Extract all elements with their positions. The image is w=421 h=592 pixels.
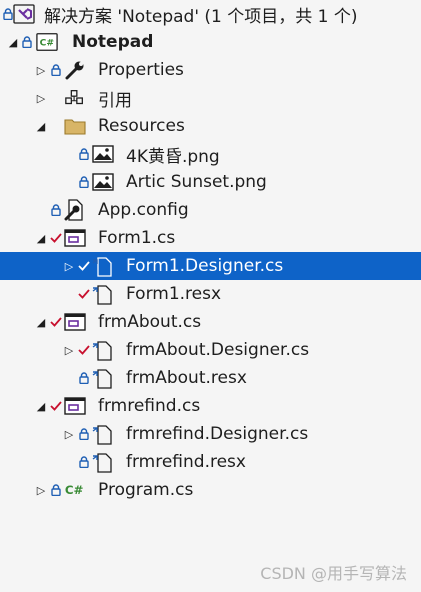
tree-row[interactable]: Artic Sunset.png — [0, 168, 421, 196]
tree-item-label: 解决方案 'Notepad' (1 个项目，共 1 个) — [44, 6, 358, 27]
tree-item-label: Form1.cs — [98, 228, 176, 248]
tree-item-label: Program.cs — [98, 480, 194, 500]
lock-icon — [49, 56, 63, 84]
checkmark-icon — [49, 308, 63, 336]
config-file-icon — [64, 196, 86, 224]
collapse-arrow-icon[interactable]: ◢ — [34, 112, 48, 140]
image-file-icon — [92, 168, 114, 196]
tree-item-label: frmAbout.Designer.cs — [126, 340, 310, 360]
expand-arrow-icon[interactable]: ▷ — [34, 56, 48, 84]
expand-arrow-icon[interactable]: ▷ — [34, 84, 48, 112]
lock-icon — [49, 476, 63, 504]
code-file-icon — [92, 252, 114, 280]
image-file-icon — [92, 140, 114, 168]
svg-text:C#: C# — [40, 38, 55, 49]
tree-row[interactable]: App.config — [0, 196, 421, 224]
tree-row[interactable]: ▷ C# Program.cs — [0, 476, 421, 504]
collapse-arrow-icon[interactable]: ◢ — [34, 308, 48, 336]
svg-text:C#: C# — [65, 483, 84, 497]
tree-item-label: 4K黄昏.png — [126, 146, 220, 167]
tree-item-label: Form1.Designer.cs — [126, 256, 284, 276]
tree-item-label: frmrefind.resx — [126, 452, 246, 472]
tree-row[interactable]: frmrefind.resx — [0, 448, 421, 476]
watermark: CSDN @用手写算法 — [260, 564, 407, 583]
tree-item-label: Resources — [98, 116, 185, 136]
checkmark-icon — [77, 280, 91, 308]
expand-arrow-icon[interactable]: ▷ — [62, 420, 76, 448]
tree-row[interactable]: ▷ Properties — [0, 56, 421, 84]
tree-row[interactable]: ▷ frmrefind.Designer.cs — [0, 420, 421, 448]
lock-icon — [20, 28, 34, 56]
form-icon — [64, 224, 86, 252]
tree-item-label: Form1.resx — [126, 284, 222, 304]
tree-row[interactable]: 解决方案 'Notepad' (1 个项目，共 1 个) — [0, 0, 421, 28]
tree-row[interactable]: ▷ frmAbout.Designer.cs — [0, 336, 421, 364]
references-icon — [64, 84, 86, 112]
form-icon — [64, 392, 86, 420]
expand-arrow-icon[interactable]: ▷ — [34, 476, 48, 504]
tree-item-label: frmAbout.cs — [98, 312, 202, 332]
tree-item-label: frmAbout.resx — [126, 368, 247, 388]
code-file-icon — [92, 364, 114, 392]
collapse-arrow-icon[interactable]: ◢ — [34, 392, 48, 420]
lock-icon — [77, 448, 91, 476]
checkmark-icon — [77, 336, 91, 364]
tree-row[interactable]: 4K黄昏.png — [0, 140, 421, 168]
checkmark-icon — [49, 392, 63, 420]
tree-row[interactable]: ◢ C# Notepad — [0, 28, 421, 56]
tree-item-label: frmrefind.Designer.cs — [126, 424, 309, 444]
code-file-icon — [92, 280, 114, 308]
tree-item-label: Artic Sunset.png — [126, 172, 267, 192]
tree-row[interactable]: ◢ Form1.cs — [0, 224, 421, 252]
lock-icon — [49, 196, 63, 224]
tree-row[interactable]: ◢ frmrefind.cs — [0, 392, 421, 420]
tree-item-label: App.config — [98, 200, 189, 220]
tree-row[interactable]: frmAbout.resx — [0, 364, 421, 392]
checkmark-icon — [77, 252, 91, 280]
code-file-icon — [92, 448, 114, 476]
checkmark-icon — [49, 224, 63, 252]
collapse-arrow-icon[interactable]: ◢ — [34, 224, 48, 252]
solution-icon — [13, 0, 35, 28]
lock-icon — [77, 364, 91, 392]
csharp-project-icon: C# — [36, 28, 58, 56]
lock-icon — [77, 140, 91, 168]
folder-icon — [64, 112, 86, 140]
code-file-icon — [92, 336, 114, 364]
wrench-icon — [64, 56, 86, 84]
csharp-file-icon: C# — [64, 476, 86, 504]
expand-arrow-icon[interactable]: ▷ — [62, 336, 76, 364]
tree-row[interactable]: ▷ 引用 — [0, 84, 421, 112]
tree-row[interactable]: Form1.resx — [0, 280, 421, 308]
tree-item-label: frmrefind.cs — [98, 396, 201, 416]
tree-row[interactable]: ◢ frmAbout.cs — [0, 308, 421, 336]
expand-arrow-icon[interactable]: ▷ — [62, 252, 76, 280]
tree-item-label: Notepad — [72, 32, 154, 52]
tree-row[interactable]: ◢ Resources — [0, 112, 421, 140]
tree-item-label: Properties — [98, 60, 184, 80]
collapse-arrow-icon[interactable]: ◢ — [6, 28, 20, 56]
lock-icon — [77, 420, 91, 448]
code-file-icon — [92, 420, 114, 448]
tree-row[interactable]: ▷ Form1.Designer.cs — [0, 252, 421, 280]
form-icon — [64, 308, 86, 336]
lock-icon — [77, 168, 91, 196]
tree-item-label: 引用 — [98, 90, 132, 111]
